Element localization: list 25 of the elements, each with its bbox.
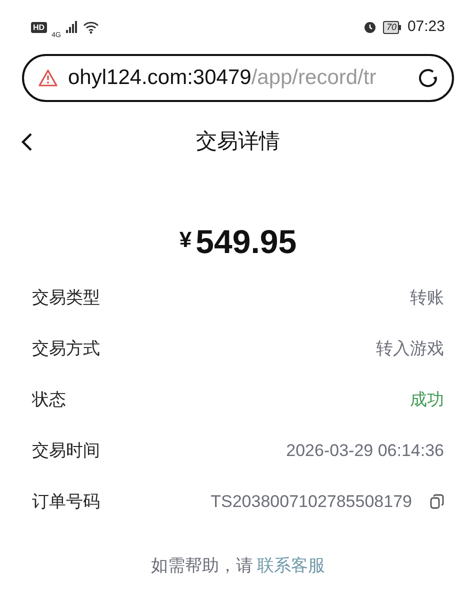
detail-label: 状态 xyxy=(32,388,66,411)
copy-icon[interactable] xyxy=(430,494,444,509)
alarm-icon xyxy=(363,20,378,34)
detail-value: 转账 xyxy=(410,286,444,309)
reload-icon[interactable] xyxy=(416,66,440,90)
hd-badge: HD xyxy=(31,22,47,32)
detail-label: 交易类型 xyxy=(32,286,100,309)
detail-label: 订单号码 xyxy=(32,490,100,513)
page-title: 交易详情 xyxy=(196,129,280,156)
signal-icon xyxy=(66,21,78,33)
currency-symbol: ¥ xyxy=(179,226,192,254)
battery-icon: 70 xyxy=(383,20,402,34)
clock-time: 07:23 xyxy=(407,16,445,37)
back-icon[interactable] xyxy=(20,132,34,152)
detail-value: 2026-03-29 06:14:36 xyxy=(286,440,444,462)
detail-value: TS2038007102785508179 xyxy=(210,490,412,513)
detail-label: 交易时间 xyxy=(32,440,100,462)
amount-value: 549.95 xyxy=(196,225,297,258)
address-bar[interactable]: ohyl124.com:30479/app/record/tr xyxy=(22,54,454,102)
detail-label: 交易方式 xyxy=(32,338,100,360)
wifi-icon xyxy=(82,20,99,34)
help-text: 如需帮助，请 xyxy=(151,555,253,577)
detail-value: 成功 xyxy=(410,388,444,411)
url-text: ohyl124.com:30479/app/record/tr xyxy=(68,65,378,92)
detail-value: 转入游戏 xyxy=(376,338,444,360)
